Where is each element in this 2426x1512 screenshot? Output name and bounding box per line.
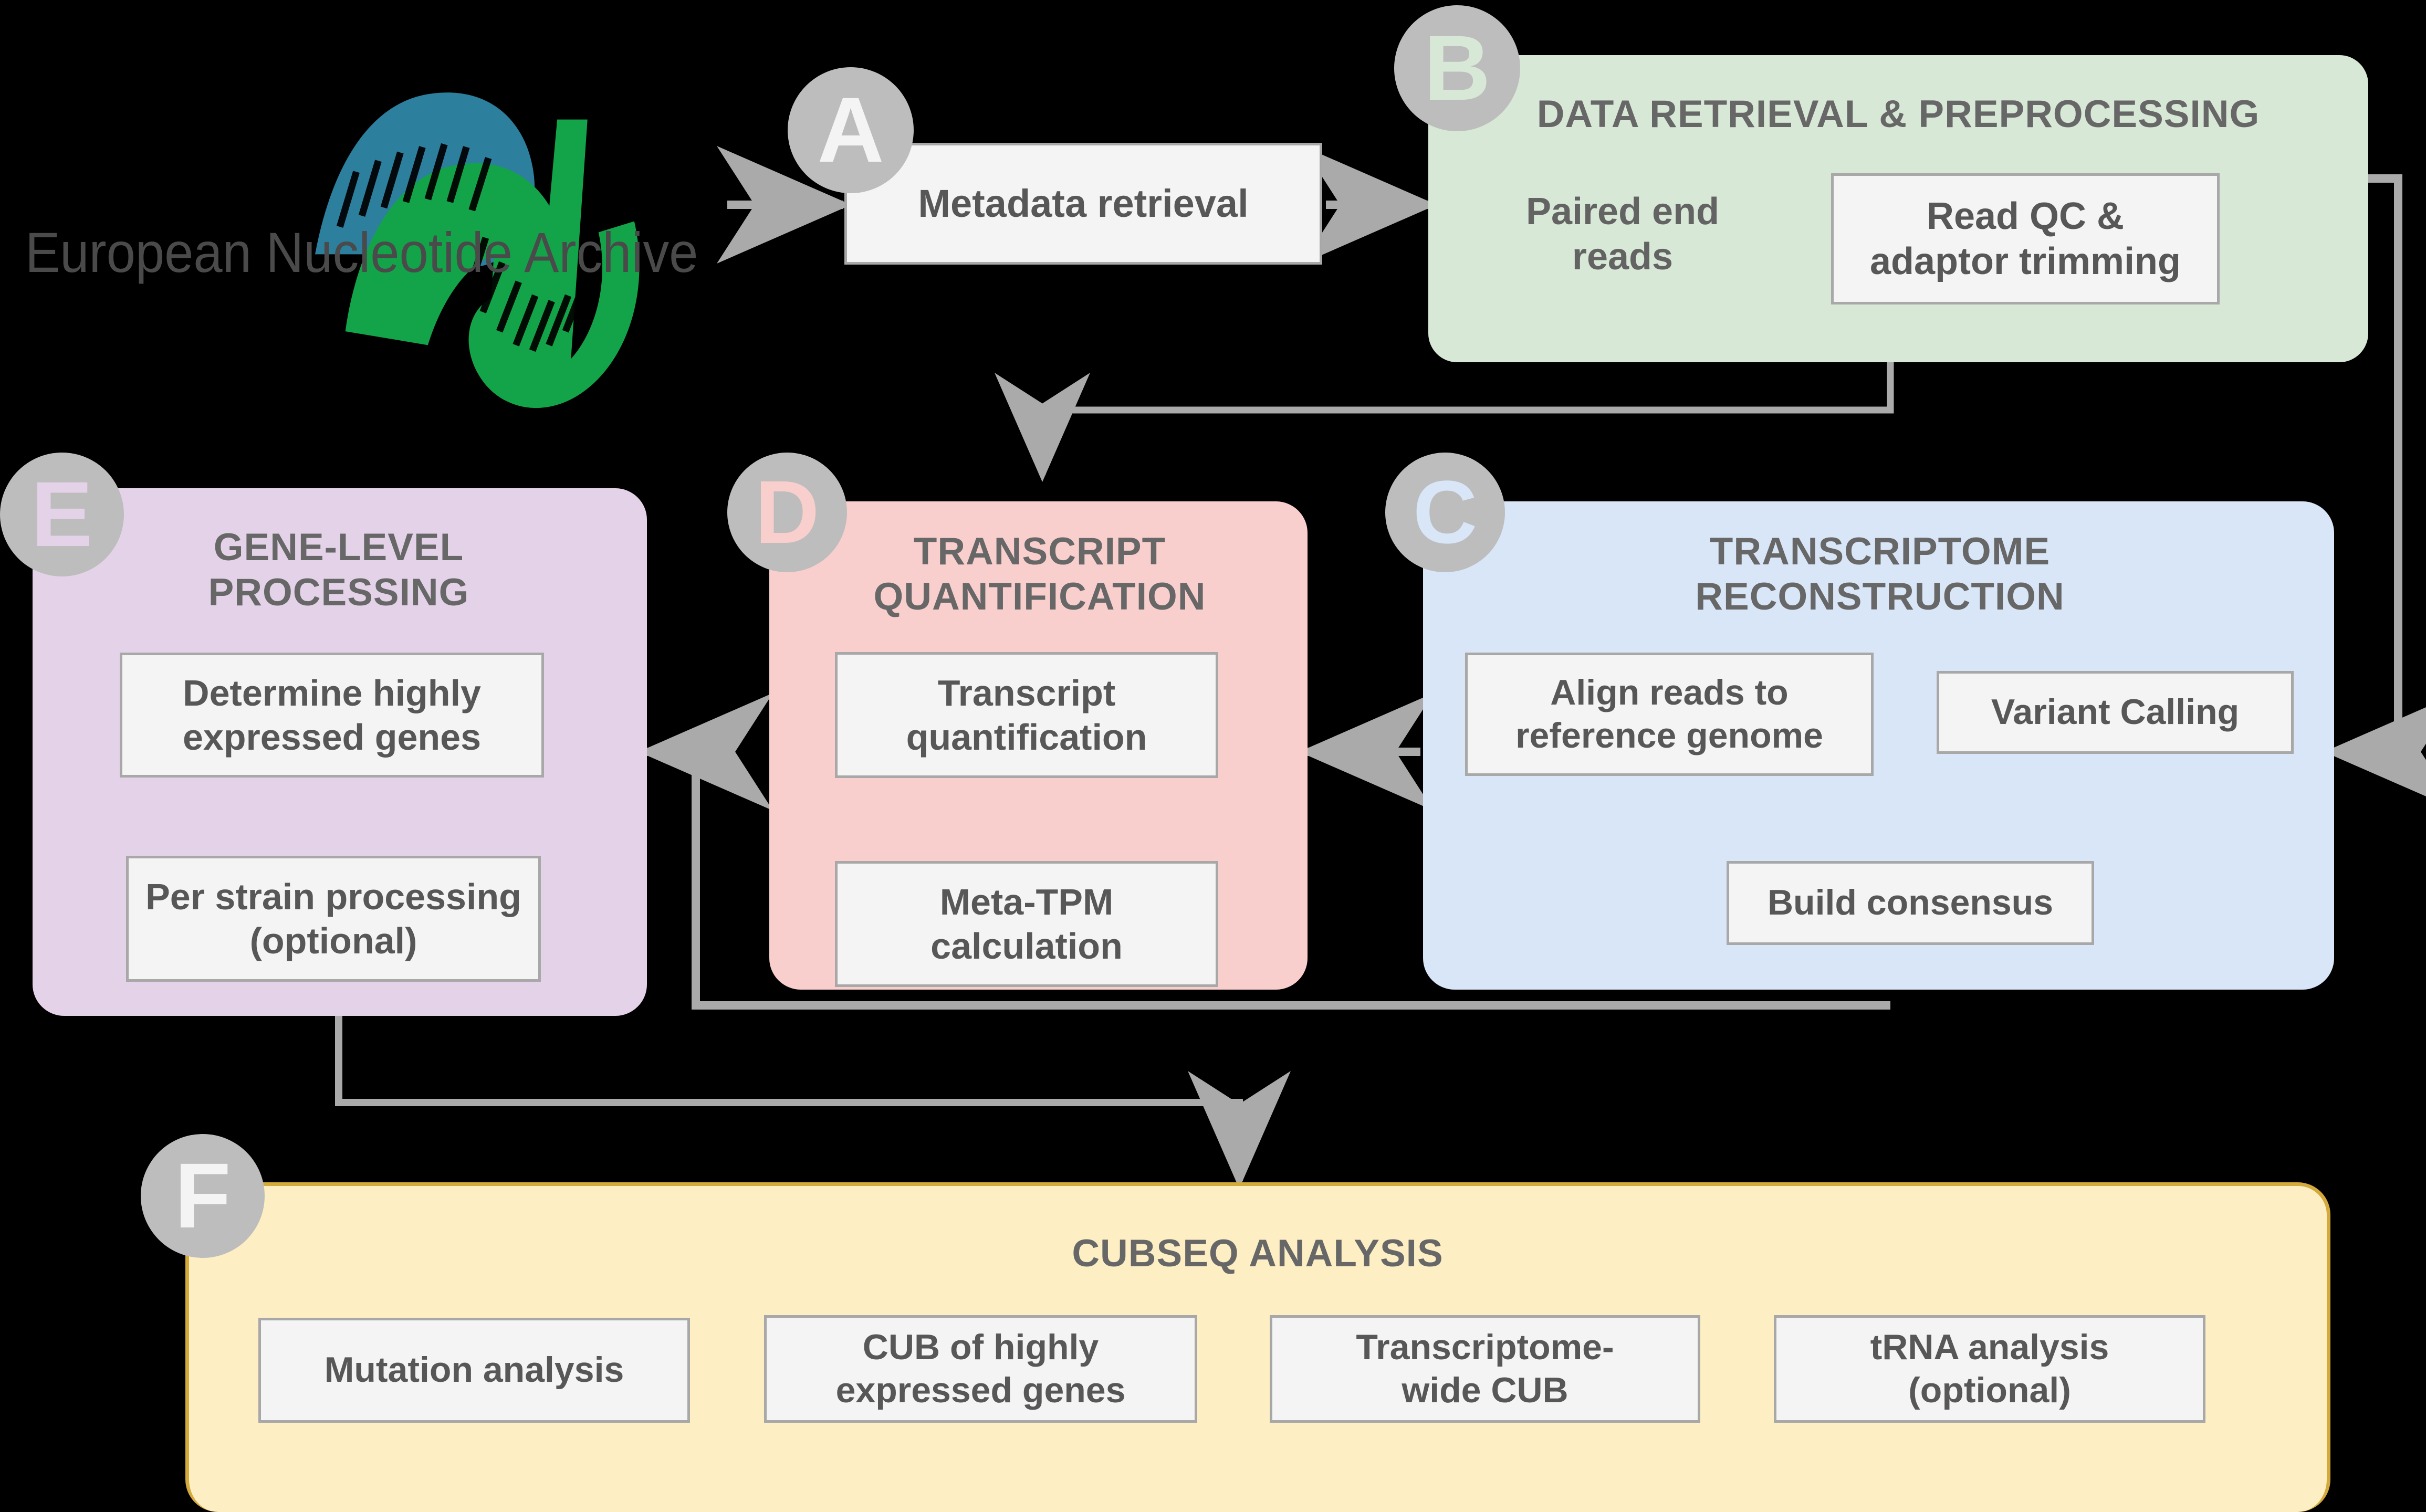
node-align-reads-to-reference-genome[interactable]: Align reads to reference genome — [1465, 653, 1874, 776]
panel-e-title: GENE-LEVEL PROCESSING — [208, 526, 469, 614]
figure-canvas: European Nucleotide Archive DATA RETRIEV… — [0, 0, 2426, 1512]
node-variant-calling[interactable]: Variant Calling — [1937, 671, 2294, 754]
node-determine-highly-expressed-genes[interactable]: Determine highly expressed genes — [120, 653, 544, 778]
node-transcriptome-wide-cub[interactable]: Transcriptome- wide CUB — [1270, 1315, 1700, 1423]
panel-d-title: TRANSCRIPT QUANTIFICATION — [873, 530, 1206, 618]
node-read-qc-adaptor-trimming[interactable]: Read QC & adaptor trimming — [1831, 173, 2220, 304]
panel-e-badge: E — [0, 453, 124, 576]
panel-f-badge: F — [141, 1134, 265, 1258]
ena-logo-label: European Nucleotide Archive — [25, 220, 698, 284]
node-build-consensus[interactable]: Build consensus — [1727, 861, 2094, 945]
node-cub-highly-expressed-genes[interactable]: CUB of highly expressed genes — [764, 1315, 1197, 1423]
panel-f-title: CUBSEQ ANALYSIS — [1072, 1232, 1444, 1275]
panel-c-badge: C — [1385, 453, 1505, 572]
panel-d-badge: D — [727, 453, 847, 572]
node-metadata-retrieval[interactable]: Metadata retrieval — [844, 143, 1322, 265]
paired-end-reads-label: Paired end reads — [1525, 191, 1720, 278]
node-trna-analysis[interactable]: tRNA analysis (optional) — [1774, 1315, 2205, 1423]
panel-b-badge: B — [1394, 5, 1520, 131]
node-mutation-analysis[interactable]: Mutation analysis — [258, 1318, 690, 1423]
node-meta-tpm-calculation[interactable]: Meta-TPM calculation — [835, 861, 1218, 987]
node-transcript-quantification[interactable]: Transcript quantification — [835, 652, 1218, 778]
panel-b-title: DATA RETRIEVAL & PREPROCESSING — [1536, 93, 2260, 135]
panel-c-title: TRANSCRIPTOME RECONSTRUCTION — [1695, 530, 2065, 618]
node-per-strain-processing[interactable]: Per strain processing (optional) — [126, 856, 541, 982]
panel-a-badge: A — [788, 67, 914, 193]
